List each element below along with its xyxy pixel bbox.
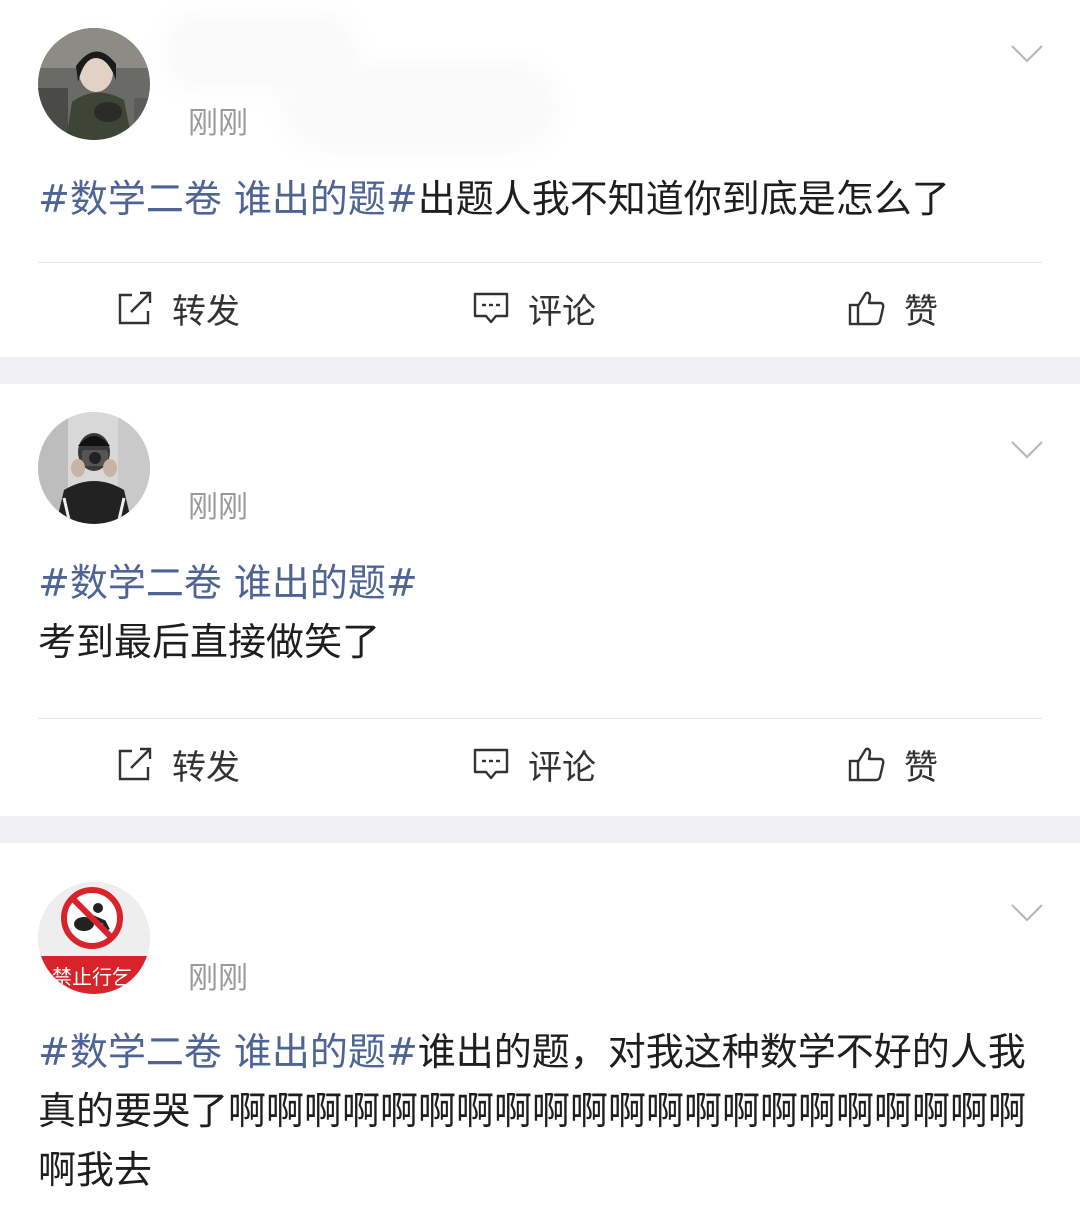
post-content: #数学二卷 谁出的题# 考到最后直接做笑了 <box>38 554 1050 672</box>
like-button[interactable]: 赞 <box>848 724 938 804</box>
like-label: 赞 <box>904 747 938 788</box>
avatar-sign-text: 禁止行乞 <box>52 965 132 989</box>
thumbs-up-icon <box>848 747 885 782</box>
post-content: #数学二卷 谁出的题#出题人我不知道你到底是怎么了 <box>38 170 1050 229</box>
post-content: #数学二卷 谁出的题#谁出的题，对我这种数学不好的人我真的要哭了啊啊啊啊啊啊啊啊… <box>38 1023 1050 1200</box>
comment-icon <box>473 292 509 324</box>
post-text: 考到最后直接做笑了 <box>38 620 381 664</box>
avatar[interactable] <box>38 28 150 140</box>
comment-button[interactable]: 评论 <box>472 724 596 804</box>
action-bar: 转发 评论 赞 <box>0 724 1080 804</box>
post-time: 刚刚 <box>188 961 248 996</box>
post-separator <box>0 816 1080 843</box>
like-button[interactable]: 赞 <box>848 268 938 348</box>
chevron-down-icon[interactable] <box>1010 903 1044 923</box>
post-time: 刚刚 <box>188 490 248 525</box>
thumbs-up-icon <box>848 291 885 326</box>
comment-label: 评论 <box>528 291 596 332</box>
divider <box>38 718 1042 719</box>
avatar[interactable] <box>38 412 150 524</box>
weibo-feed: 刚刚 #数学二卷 谁出的题#出题人我不知道你到底是怎么了 转发 评论 赞 刚刚 … <box>0 0 1080 1232</box>
hashtag-link[interactable]: #数学二卷 谁出的题# <box>38 1030 418 1074</box>
like-label: 赞 <box>904 291 938 332</box>
post-time: 刚刚 <box>188 106 248 141</box>
hashtag-link[interactable]: #数学二卷 谁出的题# <box>38 177 418 221</box>
action-bar: 转发 评论 赞 <box>0 268 1080 348</box>
comment-button[interactable]: 评论 <box>472 268 596 348</box>
repost-button[interactable]: 转发 <box>116 268 240 348</box>
chevron-down-icon[interactable] <box>1010 44 1044 64</box>
repost-label: 转发 <box>172 747 240 788</box>
avatar[interactable]: 禁止行乞 <box>38 882 150 994</box>
post-separator <box>0 357 1080 384</box>
repost-button[interactable]: 转发 <box>116 724 240 804</box>
post-text: 出题人我不知道你到底是怎么了 <box>417 177 950 221</box>
repost-icon <box>118 747 152 781</box>
post-card: 刚刚 #数学二卷 谁出的题#出题人我不知道你到底是怎么了 转发 评论 赞 <box>0 0 1080 357</box>
comment-icon <box>473 748 509 780</box>
divider <box>38 262 1042 263</box>
comment-label: 评论 <box>528 747 596 788</box>
repost-label: 转发 <box>172 291 240 332</box>
chevron-down-icon[interactable] <box>1010 440 1044 460</box>
repost-icon <box>118 291 152 325</box>
hashtag-link[interactable]: #数学二卷 谁出的题# <box>38 554 1050 613</box>
post-card: 刚刚 #数学二卷 谁出的题# 考到最后直接做笑了 转发 评论 赞 <box>0 384 1080 816</box>
post-card: 禁止行乞 刚刚 #数学二卷 谁出的题#谁出的题，对我这种数学不好的人我真的要哭了… <box>0 843 1080 1232</box>
